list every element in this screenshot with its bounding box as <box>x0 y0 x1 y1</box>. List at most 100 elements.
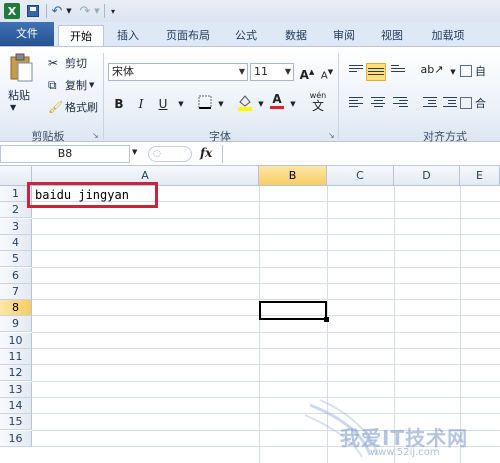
cut-button[interactable]: ✂ 剪切 <box>48 55 87 71</box>
save-icon[interactable] <box>26 3 40 19</box>
cut-label: 剪切 <box>65 57 87 70</box>
align-middle-icon[interactable] <box>366 63 386 81</box>
tab-review[interactable]: 审阅 <box>324 25 364 46</box>
ribbon-tabs: 文件 开始 插入 页面布局 公式 数据 审阅 视图 加载项 <box>0 22 500 46</box>
font-name-select[interactable]: 宋体 ▼ <box>108 63 248 81</box>
merge-cells-icon <box>460 97 472 109</box>
name-box-dropdown-icon[interactable]: ▼ <box>132 148 137 156</box>
wrap-text-button[interactable]: 自 <box>460 63 486 79</box>
active-cell-selection[interactable] <box>259 301 327 320</box>
highlight-annotation-box <box>27 182 158 208</box>
quick-access-toolbar: X ↶ ▼ ↷ ▼ ▾ <box>0 0 500 23</box>
gridline <box>32 380 500 382</box>
phonetic-char: 文 <box>311 99 324 113</box>
italic-button[interactable]: I <box>132 95 150 113</box>
undo-icon[interactable]: ↶ <box>50 3 64 19</box>
excel-logo-icon[interactable]: X <box>4 3 20 19</box>
underline-button[interactable]: U <box>154 95 172 113</box>
ribbon-home: 粘贴 ▼ ✂ 剪切 ⧉ 复制 ▼ 🖌 格式刷 剪贴板 ↘ 宋体 ▼ 11 ▼ A▲ A▼ B… <box>0 46 500 143</box>
tab-page-layout[interactable]: 页面布局 <box>156 25 220 46</box>
bold-button[interactable]: B <box>110 95 128 113</box>
align-left-icon[interactable] <box>348 95 364 109</box>
fill-handle[interactable] <box>324 317 329 322</box>
tab-insert[interactable]: 插入 <box>108 25 148 46</box>
toolbar-divider <box>104 4 105 18</box>
gridline <box>32 331 500 333</box>
redo-icon[interactable]: ↷ <box>78 3 92 19</box>
gridline <box>259 186 260 463</box>
format-painter-button[interactable]: 🖌 格式刷 <box>48 99 98 115</box>
gridline <box>32 282 500 284</box>
paste-dropdown-icon[interactable]: ▼ <box>10 103 16 112</box>
insert-function-icon[interactable]: fx <box>200 146 212 160</box>
phonetic-icon[interactable]: wén 文 <box>306 91 330 113</box>
row-header-7[interactable]: 7 <box>0 283 32 300</box>
row-header-9[interactable]: 9 <box>0 316 32 333</box>
format-painter-label: 格式刷 <box>65 101 98 114</box>
merge-center-button[interactable]: 合 <box>460 95 486 111</box>
row-header-6[interactable]: 6 <box>0 267 32 284</box>
row-header-16[interactable]: 16 <box>0 430 32 447</box>
chevron-down-icon: ▼ <box>238 67 245 76</box>
customize-toolbar-icon[interactable]: ▾ <box>108 3 118 19</box>
redo-dropdown-icon[interactable]: ▼ <box>93 3 101 19</box>
font-size-value: 11 <box>254 65 268 78</box>
font-name-value: 宋体 <box>112 65 134 78</box>
formula-bar-expand-icon[interactable]: ◌ <box>148 146 192 162</box>
shrink-font-button[interactable]: A▼ <box>318 63 336 81</box>
orientation-icon[interactable]: ab↗ <box>420 61 444 79</box>
border-dropdown-icon[interactable]: ▼ <box>212 95 230 113</box>
name-box[interactable]: B8 <box>0 145 130 163</box>
gridline <box>32 266 500 268</box>
column-header-e[interactable]: E <box>460 166 500 186</box>
watermark-url: www.52ij.com <box>370 447 440 458</box>
row-header-11[interactable]: 11 <box>0 349 32 365</box>
tab-addins[interactable]: 加载项 <box>420 25 476 46</box>
gridline <box>32 233 500 235</box>
wrap-text-icon <box>460 65 472 77</box>
row-header-13[interactable]: 13 <box>0 381 32 398</box>
paste-icon[interactable] <box>8 53 36 83</box>
shrink-font-label: A <box>320 70 328 82</box>
align-top-icon[interactable] <box>348 63 364 77</box>
clipboard-launcher-icon[interactable]: ↘ <box>92 131 99 140</box>
grow-font-button[interactable]: A▲ <box>298 63 316 82</box>
row-header-3[interactable]: 3 <box>0 218 32 235</box>
row-header-10[interactable]: 10 <box>0 332 32 349</box>
row-header-5[interactable]: 5 <box>0 251 32 268</box>
tab-file[interactable]: 文件 <box>0 22 54 46</box>
wrap-text-label: 自 <box>475 65 486 78</box>
copy-button[interactable]: ⧉ 复制 ▼ <box>48 77 94 93</box>
column-header-d[interactable]: D <box>394 166 460 186</box>
font-color-dropdown-icon[interactable]: ▼ <box>284 95 302 113</box>
row-header-14[interactable]: 14 <box>0 397 32 414</box>
paste-button[interactable]: 粘贴 <box>8 87 30 103</box>
decrease-indent-icon[interactable] <box>422 95 438 109</box>
underline-dropdown-icon[interactable]: ▼ <box>172 95 190 113</box>
align-center-icon[interactable] <box>370 95 386 109</box>
increase-indent-icon[interactable] <box>442 95 458 109</box>
gridline <box>32 250 500 252</box>
tab-data[interactable]: 数据 <box>276 25 316 46</box>
row-header-8[interactable]: 8 <box>0 300 32 317</box>
column-header-b[interactable]: B <box>259 166 327 186</box>
toolbar-divider <box>46 4 47 18</box>
copy-icon: ⧉ <box>48 78 57 92</box>
font-launcher-icon[interactable]: ↘ <box>328 131 335 140</box>
formula-input[interactable] <box>222 145 500 163</box>
gridline <box>32 364 500 366</box>
font-size-select[interactable]: 11 ▼ <box>250 63 294 81</box>
align-bottom-icon[interactable] <box>390 63 406 77</box>
column-header-c[interactable]: C <box>327 166 394 186</box>
tab-view[interactable]: 视图 <box>372 25 412 46</box>
gridline <box>32 348 500 349</box>
tab-home[interactable]: 开始 <box>58 25 104 46</box>
align-right-icon[interactable] <box>392 95 408 109</box>
row-header-15[interactable]: 15 <box>0 414 32 431</box>
gridline <box>32 217 500 219</box>
tab-formulas[interactable]: 公式 <box>226 25 266 46</box>
row-header-12[interactable]: 12 <box>0 365 32 382</box>
row-header-4[interactable]: 4 <box>0 234 32 251</box>
undo-dropdown-icon[interactable]: ▼ <box>65 3 73 19</box>
group-divider <box>338 53 339 139</box>
